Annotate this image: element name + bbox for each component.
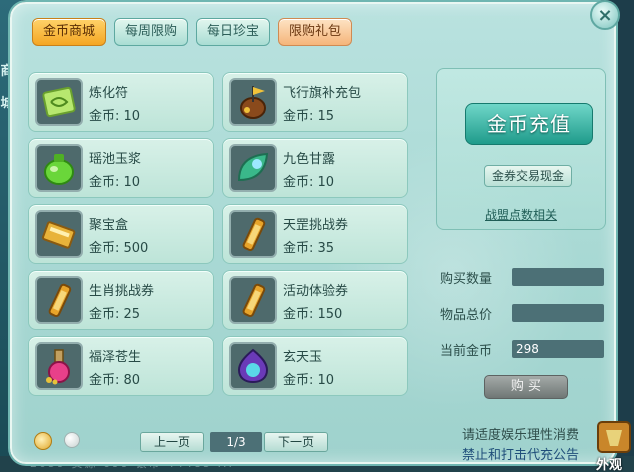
scroll-icon — [229, 276, 277, 324]
flag-pack-icon — [229, 78, 277, 126]
item-name: 九色甘露 — [283, 152, 336, 167]
buy-button[interactable]: 购 买 — [484, 375, 568, 399]
item-price: 金币: 25 — [89, 307, 141, 322]
item-price: 金币: 10 — [283, 373, 335, 388]
item-name: 玄天玉 — [283, 350, 323, 365]
notice-line-2[interactable]: 禁止和打击代充公告 — [462, 444, 579, 463]
shop-panel: × 金币商城 每周限购 每日珍宝 限购礼包 炼化符 金币: 10 飞行旗补充包 … — [10, 0, 620, 464]
total-label: 物品总价 — [440, 308, 493, 323]
item-grid: 炼化符 金币: 10 飞行旗补充包 金币: 15 瑶池玉浆 金币: 10 九色甘… — [28, 72, 420, 396]
shop-item[interactable]: 九色甘露 金币: 10 — [222, 138, 408, 198]
shop-item[interactable]: 玄天玉 金币: 10 — [222, 336, 408, 396]
shop-item[interactable]: 炼化符 金币: 10 — [28, 72, 214, 132]
close-button[interactable]: × — [590, 0, 620, 30]
qty-field[interactable] — [512, 268, 604, 286]
page-indicator: 1/3 — [210, 432, 262, 452]
shop-item[interactable]: 聚宝盒 金币: 500 — [28, 204, 214, 264]
gold-label: 当前金币 — [440, 344, 493, 359]
appearance-button[interactable]: 外观 — [594, 418, 634, 472]
item-name: 生肖挑战券 — [89, 284, 155, 299]
close-icon: × — [597, 4, 613, 26]
tab-gold-shop[interactable]: 金币商城 — [32, 18, 107, 46]
gold-recharge-button[interactable]: 金币充值 — [465, 103, 593, 145]
shop-item[interactable]: 活动体验券 金币: 150 — [222, 270, 408, 330]
item-price: 金币: 10 — [89, 175, 141, 190]
item-name: 福泽苍生 — [89, 350, 142, 365]
tab-bar: 金币商城 每周限购 每日珍宝 限购礼包 — [32, 18, 353, 46]
shop-item[interactable]: 瑶池玉浆 金币: 10 — [28, 138, 214, 198]
recharge-box: 金币充值 金券交易现金 战盟点数相关 — [436, 68, 606, 230]
toggle-dot-icon[interactable] — [64, 432, 80, 448]
potion-icon — [35, 342, 83, 390]
item-name: 瑶池玉浆 — [89, 152, 142, 167]
item-name: 天罡挑战券 — [283, 218, 349, 233]
item-name: 活动体验券 — [283, 284, 349, 299]
item-price: 金币: 10 — [283, 175, 335, 190]
shop-item[interactable]: 生肖挑战券 金币: 25 — [28, 270, 214, 330]
tab-limited-gift[interactable]: 限购礼包 — [278, 18, 353, 46]
next-page-button[interactable]: 下一页 — [264, 432, 328, 452]
tab-weekly[interactable]: 每周限购 — [114, 18, 189, 46]
item-price: 金币: 80 — [89, 373, 141, 388]
scroll-icon — [35, 276, 83, 324]
prev-page-button[interactable]: 上一页 — [140, 432, 204, 452]
gold-field: 298 — [512, 340, 604, 358]
item-name: 聚宝盒 — [89, 218, 129, 233]
total-field — [512, 304, 604, 322]
item-price: 金币: 10 — [89, 109, 141, 124]
shop-item[interactable]: 福泽苍生 金币: 80 — [28, 336, 214, 396]
guild-points-link[interactable]: 战盟点数相关 — [485, 206, 557, 223]
scroll-icon — [229, 210, 277, 258]
talisman-icon — [35, 78, 83, 126]
orb-icon — [229, 342, 277, 390]
item-price: 金币: 15 — [283, 109, 335, 124]
voucher-trade-button[interactable]: 金券交易现金 — [484, 165, 572, 187]
item-name: 炼化符 — [89, 86, 129, 101]
qty-label: 购买数量 — [440, 272, 493, 287]
jade-pot-icon — [35, 144, 83, 192]
shop-item[interactable]: 天罡挑战券 金币: 35 — [222, 204, 408, 264]
item-price: 金币: 35 — [283, 241, 335, 256]
item-name: 飞行旗补充包 — [283, 86, 362, 101]
appearance-label: 外观 — [596, 458, 623, 472]
item-price: 金币: 500 — [89, 241, 149, 256]
notice-line-1: 请适度娱乐理性消费 — [462, 428, 580, 443]
magnifier-icon[interactable] — [34, 432, 52, 450]
dew-leaf-icon — [229, 144, 277, 192]
gold-box-icon — [35, 210, 83, 258]
tab-daily[interactable]: 每日珍宝 — [196, 18, 271, 46]
shop-item[interactable]: 飞行旗补充包 金币: 15 — [222, 72, 408, 132]
item-price: 金币: 150 — [283, 307, 343, 322]
